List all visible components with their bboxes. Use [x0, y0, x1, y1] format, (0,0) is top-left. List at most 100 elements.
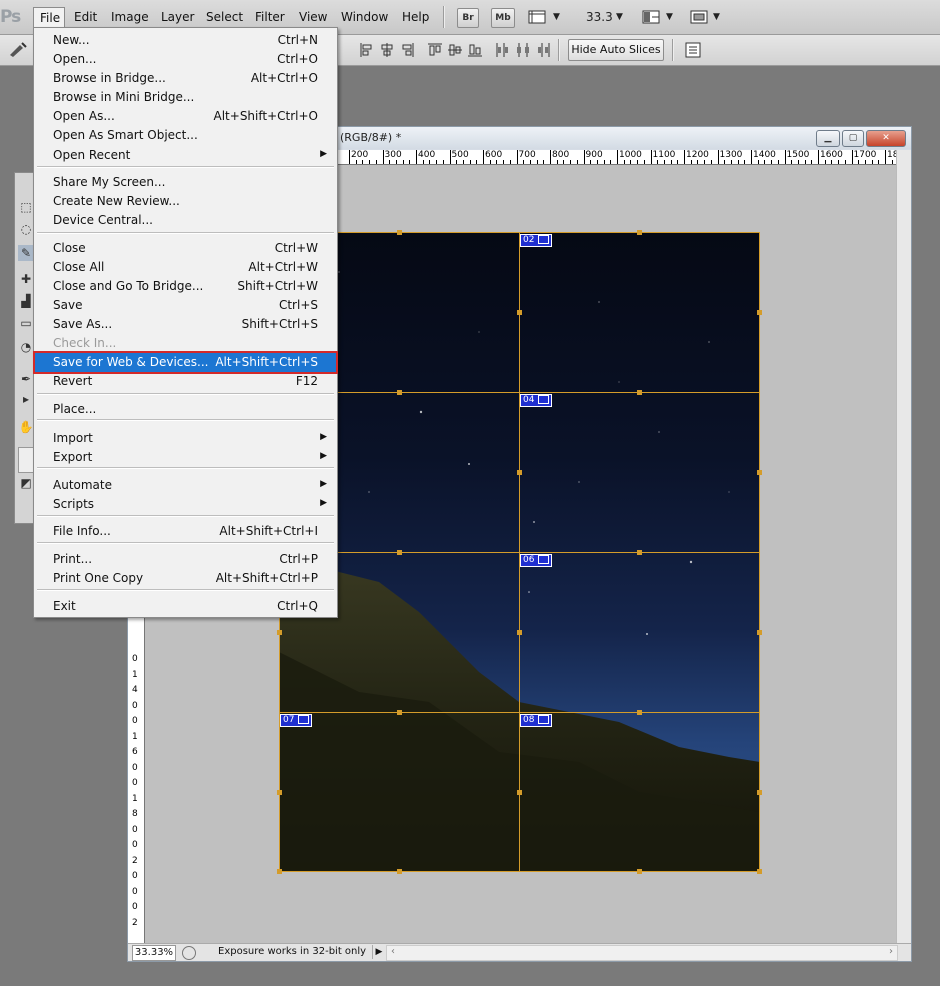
- slice-handle[interactable]: [397, 869, 402, 874]
- menu-item-print-one-copy[interactable]: Print One Copy Alt+Shift+Ctrl+P: [35, 569, 336, 588]
- slice-handle[interactable]: [637, 710, 642, 715]
- slice-handle[interactable]: [277, 630, 282, 635]
- status-menu-arrow-icon[interactable]: ▶: [372, 945, 385, 959]
- menu-filter[interactable]: Filter: [255, 10, 285, 24]
- menu-item-open-as[interactable]: Open As... Alt+Shift+Ctrl+O: [35, 107, 336, 126]
- menu-item-import[interactable]: Import ▶: [35, 429, 336, 448]
- chevron-down-icon[interactable]: ▼: [713, 12, 720, 22]
- stamp-tool-icon[interactable]: ▟: [18, 293, 34, 309]
- menu-image[interactable]: Image: [111, 10, 149, 24]
- pen-tool-icon[interactable]: ✒: [18, 371, 34, 387]
- slice-handle[interactable]: [637, 230, 642, 235]
- menu-item-close-and-go-to-bridge[interactable]: Close and Go To Bridge... Shift+Ctrl+W: [35, 277, 336, 296]
- slice-handle[interactable]: [757, 790, 762, 795]
- slice-handle[interactable]: [637, 869, 642, 874]
- slice-tag[interactable]: 07: [280, 714, 313, 727]
- slice-handle[interactable]: [757, 869, 762, 874]
- menu-item-open[interactable]: Open... Ctrl+O: [35, 50, 336, 69]
- menu-item-open-as-smart-object[interactable]: Open As Smart Object...: [35, 126, 336, 145]
- screen-mode-icon[interactable]: [689, 8, 711, 26]
- slice-handle[interactable]: [397, 390, 402, 395]
- slice-tag[interactable]: 06: [520, 554, 553, 567]
- scroll-left-icon[interactable]: ‹: [391, 946, 395, 957]
- menu-item-share-my-screen[interactable]: Share My Screen...: [35, 173, 336, 192]
- marquee-tool-icon[interactable]: ⬚: [18, 199, 34, 215]
- chevron-down-icon[interactable]: ▼: [616, 12, 623, 22]
- chevron-down-icon[interactable]: ▼: [666, 12, 673, 22]
- align-left-icon[interactable]: [358, 41, 376, 59]
- lasso-tool-icon[interactable]: ◌: [18, 221, 34, 237]
- arrange-documents-icon[interactable]: [641, 8, 663, 26]
- slice-tool-icon[interactable]: ✎: [18, 245, 34, 261]
- slice-handle[interactable]: [517, 630, 522, 635]
- distribute-left-icon[interactable]: [494, 41, 512, 59]
- zoom-status-field[interactable]: 33.33%: [132, 945, 176, 961]
- slice-tag[interactable]: 02: [520, 234, 553, 247]
- distribute-center-icon[interactable]: [514, 41, 532, 59]
- menu-item-exit[interactable]: Exit Ctrl+Q: [35, 597, 336, 616]
- vertical-scrollbar[interactable]: [896, 150, 911, 943]
- slice-handle[interactable]: [397, 550, 402, 555]
- bridge-button[interactable]: Br: [457, 8, 479, 28]
- align-right-icon[interactable]: [398, 41, 416, 59]
- view-extras-icon[interactable]: [527, 8, 549, 26]
- chevron-down-icon[interactable]: ▼: [553, 12, 560, 22]
- path-select-tool-icon[interactable]: ▸: [18, 391, 34, 407]
- slice-tag[interactable]: 04: [520, 394, 553, 407]
- mini-bridge-button[interactable]: Mb: [491, 8, 515, 28]
- healing-brush-tool-icon[interactable]: ✚: [18, 271, 34, 287]
- default-colors-icon[interactable]: ◩: [18, 475, 34, 491]
- eraser-tool-icon[interactable]: ▭: [18, 315, 34, 331]
- menu-layer[interactable]: Layer: [161, 10, 194, 24]
- slice-handle[interactable]: [757, 310, 762, 315]
- slice-options-icon[interactable]: [684, 41, 702, 59]
- menu-item-save-as[interactable]: Save As... Shift+Ctrl+S: [35, 315, 336, 334]
- menu-item-export[interactable]: Export ▶: [35, 448, 336, 467]
- menu-item-new[interactable]: New... Ctrl+N: [35, 31, 336, 50]
- align-top-icon[interactable]: [426, 41, 444, 59]
- menu-item-place[interactable]: Place...: [35, 400, 336, 419]
- menu-item-close[interactable]: Close Ctrl+W: [35, 239, 336, 258]
- menu-item-file-info[interactable]: File Info... Alt+Shift+Ctrl+I: [35, 522, 336, 541]
- menu-item-print[interactable]: Print... Ctrl+P: [35, 550, 336, 569]
- hide-auto-slices-button[interactable]: Hide Auto Slices: [568, 39, 664, 61]
- distribute-right-icon[interactable]: [534, 41, 552, 59]
- close-window-button[interactable]: ✕: [866, 130, 906, 147]
- slice-tag[interactable]: 08: [520, 714, 553, 727]
- slice-select-tool-icon[interactable]: [8, 41, 27, 59]
- slice-handle[interactable]: [277, 790, 282, 795]
- menu-item-browse-in-bridge[interactable]: Browse in Bridge... Alt+Ctrl+O: [35, 69, 336, 88]
- slice-handle[interactable]: [517, 310, 522, 315]
- menu-item-browse-in-mini-bridge[interactable]: Browse in Mini Bridge...: [35, 88, 336, 107]
- slice-handle[interactable]: [757, 630, 762, 635]
- menu-window[interactable]: Window: [341, 10, 388, 24]
- align-center-icon[interactable]: [378, 41, 396, 59]
- slice-handle[interactable]: [277, 869, 282, 874]
- minimize-button[interactable]: ▁: [816, 130, 840, 147]
- status-info-icon[interactable]: [182, 946, 196, 960]
- menu-edit[interactable]: Edit: [74, 10, 97, 24]
- menu-item-create-new-review[interactable]: Create New Review...: [35, 192, 336, 211]
- menu-select[interactable]: Select: [206, 10, 243, 24]
- menu-item-device-central[interactable]: Device Central...: [35, 211, 336, 230]
- menu-item-automate[interactable]: Automate ▶: [35, 476, 336, 495]
- align-bottom-icon[interactable]: [466, 41, 484, 59]
- hand-tool-icon[interactable]: ✋: [18, 419, 34, 435]
- maximize-button[interactable]: ▢: [842, 130, 864, 147]
- slice-handle[interactable]: [757, 470, 762, 475]
- menu-view[interactable]: View: [299, 10, 327, 24]
- menu-item-revert[interactable]: Revert F12: [35, 372, 336, 391]
- menu-item-save[interactable]: Save Ctrl+S: [35, 296, 336, 315]
- menu-item-scripts[interactable]: Scripts ▶: [35, 495, 336, 514]
- menu-item-save-for-web-devices[interactable]: Save for Web & Devices... Alt+Shift+Ctrl+…: [33, 351, 338, 374]
- slice-handle[interactable]: [517, 790, 522, 795]
- slice-handle[interactable]: [397, 230, 402, 235]
- menu-file[interactable]: File: [33, 7, 65, 28]
- slice-handle[interactable]: [517, 470, 522, 475]
- slice-handle[interactable]: [637, 390, 642, 395]
- slice-handle[interactable]: [397, 710, 402, 715]
- horizontal-scrollbar[interactable]: ‹ ›: [386, 945, 898, 961]
- slice-handle[interactable]: [637, 550, 642, 555]
- align-middle-icon[interactable]: [446, 41, 464, 59]
- menu-item-close-all[interactable]: Close All Alt+Ctrl+W: [35, 258, 336, 277]
